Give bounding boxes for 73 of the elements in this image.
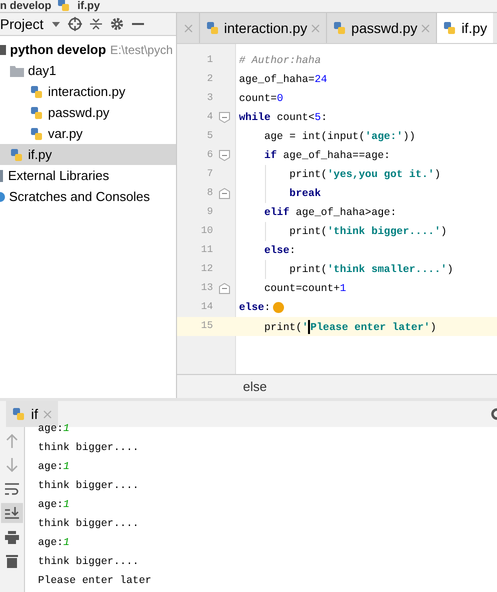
- python-file-icon: [10, 148, 24, 162]
- console-output: Please enter later: [38, 574, 152, 588]
- console-prompt: age:1: [38, 460, 71, 474]
- line-number: 1: [206, 55, 213, 66]
- code-text: print('yes,you got it.'): [288, 168, 441, 180]
- project-view-title[interactable]: Project: [0, 16, 44, 32]
- tree-item[interactable]: passwd.py: [0, 102, 176, 123]
- python-file-icon: [333, 21, 348, 35]
- line-number: 13: [200, 283, 213, 294]
- python-file-icon: [206, 21, 220, 35]
- code-text: count=0: [239, 92, 284, 104]
- tree-item[interactable]: Scratches and Consoles: [0, 186, 176, 207]
- python-file-icon: [443, 21, 458, 35]
- line-number: 8: [206, 188, 213, 199]
- line-number: 2: [206, 74, 213, 85]
- line-number: 14: [200, 302, 213, 313]
- console-output: think bigger....: [38, 554, 140, 570]
- bulb-icon[interactable]: [272, 302, 284, 313]
- code-text: while count<5:: [239, 112, 328, 124]
- scroll-to-end-icon[interactable]: [1, 503, 23, 523]
- tree-item[interactable]: python develop E:\test\pych: [0, 39, 176, 60]
- code-text: else:: [239, 302, 271, 314]
- close-icon[interactable]: [43, 410, 52, 418]
- code-text: print('think smaller....'): [288, 264, 454, 276]
- console-output: think bigger....: [38, 516, 140, 532]
- line-number: 4: [206, 112, 213, 123]
- code-text: age_of_haha=24: [239, 74, 328, 86]
- console-prompt: age:1: [38, 498, 71, 512]
- line-number: 10: [200, 226, 213, 237]
- python-file-icon: [57, 0, 72, 12]
- line-number: 12: [200, 264, 213, 275]
- tree-item[interactable]: day1: [0, 60, 176, 81]
- line-number: 5: [206, 131, 213, 142]
- editor-tab[interactable]: passwd.py: [326, 13, 436, 43]
- python-file-icon: [30, 106, 44, 120]
- breadcrumb-item[interactable]: n develop: [0, 0, 52, 12]
- tree-item[interactable]: External Libraries: [0, 165, 176, 186]
- code-text: count=count+1: [263, 282, 346, 294]
- code-text: print('think bigger....'): [288, 226, 447, 238]
- console-output: think bigger....: [38, 478, 140, 494]
- line-number: 6: [206, 150, 213, 161]
- editor-tab[interactable]: if.py: [436, 13, 494, 43]
- collapse-icon[interactable]: [90, 17, 102, 31]
- fold-marker-icon[interactable]: [218, 150, 230, 161]
- code-text: break: [288, 188, 321, 200]
- code-text: print(' Please enter later'): [263, 320, 436, 334]
- code-text: if age_of_haha==age:: [263, 150, 390, 162]
- line-number: 3: [206, 93, 213, 104]
- tree-item[interactable]: if.py: [0, 144, 176, 165]
- code-text: age = int(input('age:')): [263, 130, 416, 142]
- code-text: else:: [263, 244, 296, 256]
- project-path: E:\test\pych: [110, 42, 173, 56]
- python-file-icon: [30, 84, 44, 98]
- python-file-icon: [30, 126, 44, 140]
- line-number: 15: [200, 321, 213, 332]
- fold-marker-icon[interactable]: [218, 112, 230, 123]
- code-text: elif age_of_haha>age:: [263, 206, 397, 218]
- line-number: 11: [200, 245, 213, 256]
- line-number: 9: [206, 207, 213, 218]
- crosshair-icon[interactable]: [68, 17, 82, 31]
- minimize-icon[interactable]: [132, 23, 144, 25]
- tree-item[interactable]: var.py: [0, 123, 176, 144]
- text-caret: [308, 320, 310, 334]
- console-output: think bigger....: [38, 440, 140, 456]
- code-text: # Author:haha: [239, 54, 321, 66]
- breadcrumb-item[interactable]: else: [243, 379, 267, 394]
- line-number: 7: [206, 169, 213, 180]
- python-file-icon: [12, 407, 26, 421]
- breadcrumb-item[interactable]: if.py: [77, 0, 100, 12]
- tree-item[interactable]: interaction.py: [0, 81, 176, 102]
- editor-tab[interactable]: interaction.py: [199, 13, 326, 43]
- caret-icon[interactable]: [52, 22, 60, 26]
- console-prompt: age:1: [38, 536, 71, 550]
